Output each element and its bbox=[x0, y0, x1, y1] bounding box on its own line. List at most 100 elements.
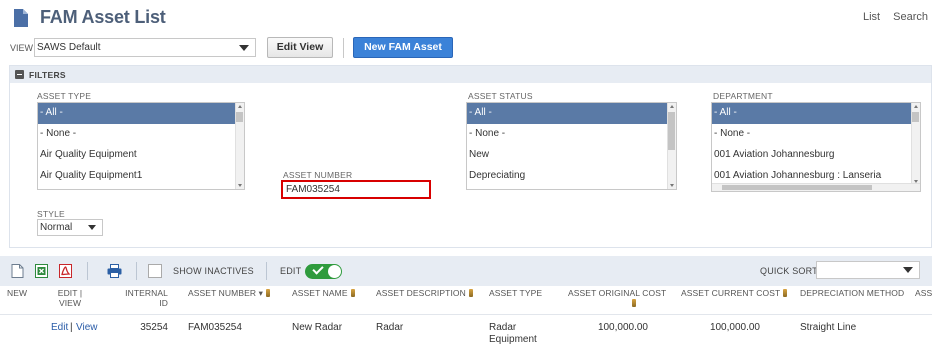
view-select-value: SAWS Default bbox=[37, 42, 101, 53]
new-fam-asset-button[interactable]: New FAM Asset bbox=[353, 37, 453, 58]
divider bbox=[0, 314, 932, 315]
current-cost-cell: 100,000.00 bbox=[709, 322, 760, 333]
horizontal-scrollbar[interactable] bbox=[712, 183, 920, 191]
divider bbox=[343, 38, 344, 58]
column-header-depreciation-method[interactable]: DEPRECIATION METHOD bbox=[800, 288, 904, 298]
column-header-edit-view: EDIT | VIEW bbox=[49, 288, 91, 308]
asset-status-option[interactable]: New bbox=[467, 145, 676, 166]
column-header-line: VIEW bbox=[58, 298, 82, 308]
asset-status-option[interactable]: - All - bbox=[467, 103, 676, 124]
column-header-text: ASSET CURRENT COST bbox=[681, 288, 781, 298]
scrollbar-thumb[interactable] bbox=[236, 112, 243, 122]
scrollbar-thumb[interactable] bbox=[668, 112, 675, 150]
excel-icon[interactable] bbox=[35, 264, 48, 278]
view-link[interactable]: View bbox=[76, 322, 98, 334]
view-select[interactable]: SAWS Default bbox=[34, 38, 256, 57]
list-link[interactable]: List bbox=[863, 11, 880, 23]
page-title: FAM Asset List bbox=[40, 7, 166, 27]
column-header-text: ASSET NUMBER ▾ bbox=[188, 288, 263, 298]
asset-status-option[interactable]: Depreciating bbox=[467, 166, 676, 187]
arrow-down-icon[interactable] bbox=[238, 184, 242, 187]
sort-handle-icon[interactable] bbox=[468, 289, 473, 297]
pdf-icon[interactable] bbox=[59, 264, 72, 278]
department-option[interactable]: - All - bbox=[712, 103, 920, 124]
header-links: List Search bbox=[853, 11, 928, 23]
show-inactives-label: SHOW INACTIVES bbox=[173, 266, 254, 276]
chevron-down-icon bbox=[903, 267, 913, 273]
asset-number-input[interactable]: FAM035254 bbox=[281, 180, 431, 199]
column-header-line: INTERNAL bbox=[125, 288, 168, 298]
search-link[interactable]: Search bbox=[893, 11, 928, 23]
arrow-down-icon[interactable] bbox=[670, 184, 674, 187]
sort-handle-icon[interactable] bbox=[265, 289, 270, 297]
column-header-original-cost[interactable]: ASSET ORIGINAL COST bbox=[568, 288, 666, 307]
divider bbox=[136, 262, 137, 280]
department-listbox[interactable]: - All - - None - 001 Aviation Johannesbu… bbox=[711, 102, 921, 192]
view-label: VIEW bbox=[10, 43, 34, 53]
print-icon[interactable] bbox=[107, 264, 122, 278]
column-header-current-cost[interactable]: ASSET CURRENT COST bbox=[681, 288, 788, 298]
column-header-text: ASSET DESCRIPTION bbox=[376, 288, 466, 298]
depreciation-method-cell: Straight Line bbox=[800, 322, 857, 333]
sort-handle-icon[interactable] bbox=[783, 289, 788, 297]
quick-sort-select[interactable] bbox=[816, 261, 920, 279]
sort-handle-icon[interactable] bbox=[632, 299, 636, 307]
scrollbar-thumb[interactable] bbox=[912, 112, 919, 122]
arrow-up-icon[interactable] bbox=[238, 105, 242, 108]
original-cost-cell: 100,000.00 bbox=[597, 322, 648, 333]
edit-toggle[interactable] bbox=[305, 263, 342, 279]
asset-type-listbox[interactable]: - All - - None - Air Quality Equipment A… bbox=[37, 102, 245, 190]
column-header-internal-id[interactable]: INTERNAL ID bbox=[118, 288, 168, 308]
asset-type-option[interactable]: Air Quality Equipment1 bbox=[38, 166, 244, 187]
scrollbar[interactable] bbox=[235, 103, 244, 189]
filters-title: FILTERS bbox=[29, 70, 66, 80]
divider bbox=[87, 262, 88, 280]
asset-type-cell: Radar Equipment bbox=[489, 322, 537, 346]
scrollbar[interactable] bbox=[911, 103, 920, 185]
divider bbox=[266, 262, 267, 280]
arrow-up-icon[interactable] bbox=[670, 105, 674, 108]
asset-status-option[interactable]: - None - bbox=[467, 124, 676, 145]
page-header: FAM Asset List List Search bbox=[0, 0, 932, 30]
asset-type-line: Radar bbox=[489, 322, 517, 333]
asset-type-option[interactable]: - All - bbox=[38, 103, 244, 124]
column-header-line: ID bbox=[159, 298, 168, 308]
list-toolbar: SHOW INACTIVES EDIT QUICK SORT bbox=[0, 256, 932, 286]
check-icon bbox=[312, 263, 324, 275]
department-option[interactable]: 001 Aviation Johannesburg bbox=[712, 145, 920, 166]
column-header-overflow[interactable]: ASSE bbox=[915, 288, 932, 298]
edit-view-button[interactable]: Edit View bbox=[267, 37, 333, 58]
department-label: DEPARTMENT bbox=[713, 91, 773, 101]
department-option[interactable]: - None - bbox=[712, 124, 920, 145]
edit-link[interactable]: Edit bbox=[51, 322, 68, 334]
asset-name-cell: New Radar bbox=[292, 322, 343, 333]
collapse-icon[interactable] bbox=[15, 70, 24, 79]
column-header-text: ASSET NAME bbox=[292, 288, 348, 298]
sort-handle-icon[interactable] bbox=[350, 289, 355, 297]
column-header-asset-description[interactable]: ASSET DESCRIPTION bbox=[376, 288, 473, 298]
document-icon bbox=[14, 9, 28, 27]
asset-type-option[interactable]: - None - bbox=[38, 124, 244, 145]
column-header-asset-name[interactable]: ASSET NAME bbox=[292, 288, 355, 298]
asset-number-label: ASSET NUMBER bbox=[283, 170, 353, 180]
filters-header[interactable]: FILTERS bbox=[10, 66, 931, 83]
style-select-value: Normal bbox=[40, 222, 73, 233]
asset-type-option[interactable]: Air Quality Equipment bbox=[38, 145, 244, 166]
scrollbar-thumb[interactable] bbox=[722, 185, 872, 190]
column-header-asset-number[interactable]: ASSET NUMBER ▾ bbox=[188, 288, 270, 298]
column-header-asset-type[interactable]: ASSET TYPE bbox=[489, 288, 542, 298]
asset-number-cell: FAM035254 bbox=[188, 322, 242, 333]
asset-description-cell: Radar bbox=[376, 322, 404, 333]
column-header-new[interactable]: NEW bbox=[7, 288, 27, 298]
arrow-up-icon[interactable] bbox=[914, 105, 918, 108]
asset-status-label: ASSET STATUS bbox=[468, 91, 533, 101]
asset-status-listbox[interactable]: - All - - None - New Depreciating bbox=[466, 102, 677, 190]
link-divider: | bbox=[70, 322, 73, 333]
internal-id-cell: 35254 bbox=[140, 322, 168, 333]
export-csv-icon[interactable] bbox=[11, 264, 24, 278]
scrollbar[interactable] bbox=[667, 103, 676, 189]
style-select[interactable]: Normal bbox=[37, 219, 103, 236]
show-inactives-checkbox[interactable] bbox=[148, 264, 162, 278]
style-label: STYLE bbox=[37, 209, 65, 219]
chevron-down-icon bbox=[88, 225, 96, 230]
